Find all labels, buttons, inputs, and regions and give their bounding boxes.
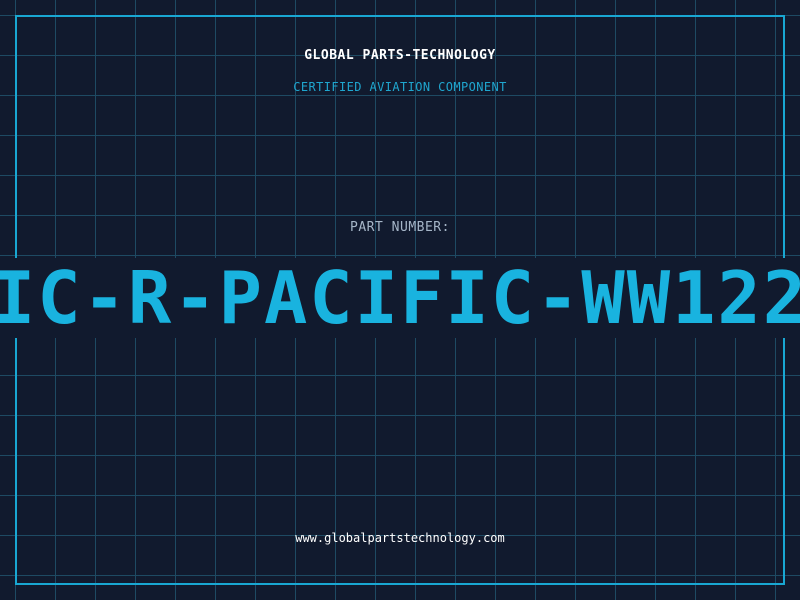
- part-number-band: IC-R-PACIFIC-WW122: [0, 258, 800, 338]
- company-name: GLOBAL PARTS-TECHNOLOGY: [304, 48, 496, 63]
- website-url: www.globalpartstechnology.com: [295, 531, 505, 545]
- part-number-label: PART NUMBER:: [350, 220, 450, 235]
- certification-subtitle: CERTIFIED AVIATION COMPONENT: [293, 80, 507, 94]
- part-label-card: GLOBAL PARTS-TECHNOLOGY CERTIFIED AVIATI…: [0, 0, 800, 600]
- part-number-value: IC-R-PACIFIC-WW122: [0, 258, 800, 338]
